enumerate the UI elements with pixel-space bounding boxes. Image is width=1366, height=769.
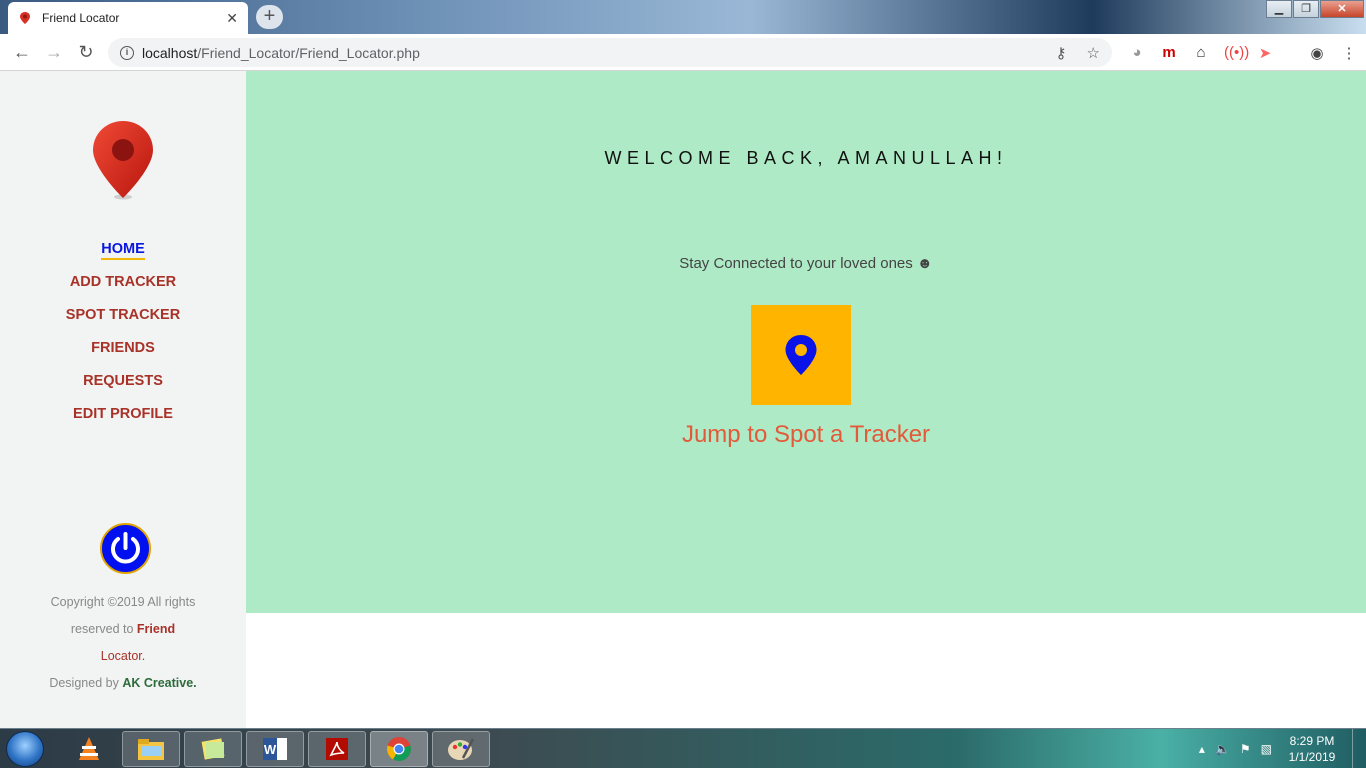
windows-taskbar: W ▴ 🔈 ⚑ ▧ 8:29 PM 1/1/2019 bbox=[0, 728, 1366, 769]
spot-tracker-tile[interactable] bbox=[751, 305, 851, 405]
nav-spot-tracker-label: SPOT TRACKER bbox=[65, 307, 181, 323]
action-center-flag-icon[interactable]: ⚑ bbox=[1240, 742, 1251, 756]
nav-spot-tracker[interactable]: SPOT TRACKER bbox=[0, 305, 246, 338]
close-window-button[interactable]: ✕ bbox=[1320, 0, 1364, 18]
sidebar: HOME ADD TRACKER SPOT TRACKER FRIENDS RE… bbox=[0, 71, 246, 728]
jump-to-spot-tracker-link[interactable]: Jump to Spot a Tracker bbox=[246, 421, 1366, 449]
power-icon bbox=[111, 532, 140, 564]
designed-by-prefix: Designed by bbox=[49, 676, 119, 690]
clock-date: 1/1/2019 bbox=[1288, 750, 1336, 764]
network-icon[interactable]: ▧ bbox=[1261, 742, 1272, 756]
start-button[interactable] bbox=[6, 731, 44, 767]
tab-close-icon[interactable]: ✕ bbox=[226, 10, 238, 27]
logout-power-button[interactable] bbox=[100, 523, 151, 574]
copyright-brand[interactable]: Friend bbox=[137, 622, 175, 636]
nav-requests[interactable]: REQUESTS bbox=[0, 371, 246, 404]
url-path: /Friend_Locator/Friend_Locator.php bbox=[197, 44, 420, 61]
extensions-area: ◕ m ⌂ ((•)) ➤ ◉ ⋮ bbox=[1128, 39, 1358, 66]
clock[interactable]: 8:29 PM 1/1/2019 bbox=[1282, 733, 1342, 765]
nav-add-tracker[interactable]: ADD TRACKER bbox=[0, 272, 246, 305]
welcome-heading: WELCOME BACK, AMANULLAH! bbox=[604, 148, 1008, 169]
maximize-button[interactable]: ❐ bbox=[1293, 0, 1319, 18]
star-icon[interactable]: ☆ bbox=[1087, 44, 1100, 62]
svg-text:W: W bbox=[264, 742, 277, 757]
map-pin-favicon-icon bbox=[20, 12, 30, 24]
word-icon[interactable]: W bbox=[246, 731, 304, 767]
forward-arrow-icon[interactable]: → bbox=[38, 42, 70, 63]
nav-edit-profile[interactable]: EDIT PROFILE bbox=[0, 404, 246, 437]
file-explorer-icon[interactable] bbox=[122, 731, 180, 767]
location-pin-icon bbox=[785, 335, 817, 375]
tagline: Stay Connected to your loved ones ☻ bbox=[679, 255, 933, 272]
menu-icon[interactable]: ⋮ bbox=[1340, 44, 1358, 62]
main-panel: WELCOME BACK, AMANULLAH! Stay Connected … bbox=[246, 71, 1366, 613]
map-pin-logo-icon bbox=[93, 121, 153, 200]
copyright-text: Copyright ©2019 All rights reserved to F… bbox=[30, 589, 216, 697]
browser-tabstrip: Friend Locator ✕ + ▁ ❐ ✕ bbox=[0, 0, 1366, 34]
back-arrow-icon[interactable]: ← bbox=[6, 42, 38, 63]
mcafee-icon[interactable]: m bbox=[1160, 44, 1178, 61]
extension-arrow-icon[interactable]: ➤ bbox=[1256, 44, 1274, 62]
cast-icon[interactable]: ((•)) bbox=[1224, 44, 1249, 61]
paint-icon[interactable] bbox=[432, 731, 490, 767]
nav-add-tracker-label: ADD TRACKER bbox=[69, 274, 177, 290]
system-tray: ▴ 🔈 ⚑ ▧ 8:29 PM 1/1/2019 bbox=[1199, 729, 1358, 769]
info-icon[interactable]: i bbox=[120, 45, 134, 60]
browser-tab[interactable]: Friend Locator ✕ bbox=[8, 2, 248, 34]
nav-home[interactable]: HOME bbox=[0, 239, 246, 272]
copyright-brand-2[interactable]: Locator. bbox=[101, 649, 145, 663]
show-desktop-button[interactable] bbox=[1352, 729, 1358, 769]
nav-home-label: HOME bbox=[101, 241, 145, 260]
profile-icon[interactable]: ◉ bbox=[1308, 44, 1326, 62]
window-controls: ▁ ❐ ✕ bbox=[1265, 0, 1364, 18]
nav-friends-label: FRIENDS bbox=[91, 340, 155, 356]
acrobat-icon[interactable] bbox=[308, 731, 366, 767]
url-host: localhost bbox=[142, 44, 198, 61]
minimize-button[interactable]: ▁ bbox=[1266, 0, 1292, 18]
designer-link[interactable]: AK Creative. bbox=[122, 676, 196, 690]
sidebar-nav: HOME ADD TRACKER SPOT TRACKER FRIENDS RE… bbox=[0, 239, 246, 437]
chrome-icon[interactable] bbox=[370, 731, 428, 767]
home-icon[interactable]: ⌂ bbox=[1192, 44, 1210, 61]
browser-toolbar: ← → ↻ i localhost/Friend_Locator/Friend_… bbox=[0, 34, 1366, 71]
globe-icon[interactable]: ◕ bbox=[1128, 44, 1146, 61]
sticky-notes-icon[interactable] bbox=[184, 731, 242, 767]
key-icon[interactable]: ⚷ bbox=[1056, 44, 1067, 62]
reload-icon[interactable]: ↻ bbox=[70, 42, 102, 63]
tab-title: Friend Locator bbox=[42, 11, 120, 25]
volume-muted-icon[interactable]: 🔈 bbox=[1215, 742, 1230, 756]
address-bar[interactable]: i localhost/Friend_Locator/Friend_Locato… bbox=[108, 38, 1112, 67]
show-hidden-icons-icon[interactable]: ▴ bbox=[1199, 742, 1205, 756]
clock-time: 8:29 PM bbox=[1289, 734, 1335, 748]
nav-edit-profile-label: EDIT PROFILE bbox=[73, 406, 173, 422]
nav-requests-label: REQUESTS bbox=[83, 373, 163, 389]
nav-friends[interactable]: FRIENDS bbox=[0, 338, 246, 371]
new-tab-button[interactable]: + bbox=[256, 5, 283, 29]
vlc-icon[interactable] bbox=[60, 731, 118, 767]
